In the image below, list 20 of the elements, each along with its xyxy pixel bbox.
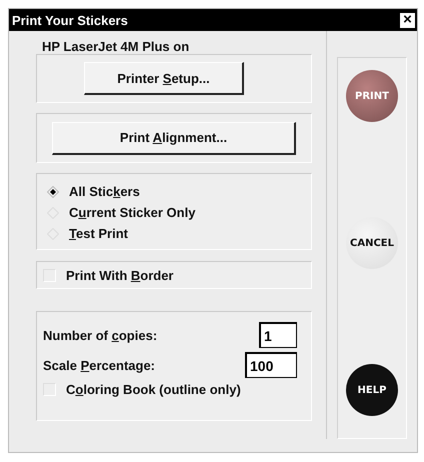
- scale-field[interactable]: 100: [245, 352, 297, 378]
- radio-label[interactable]: Current Sticker Only: [69, 205, 196, 220]
- window-title: Print Your Stickers: [12, 12, 128, 28]
- radio-label[interactable]: Test Print: [69, 226, 128, 241]
- print-alignment-button[interactable]: Print Alignment...: [52, 122, 296, 154]
- checkbox-label[interactable]: Print With Border: [66, 268, 174, 282]
- help-button[interactable]: HELP: [346, 364, 398, 416]
- checkbox[interactable]: [43, 268, 56, 282]
- scale-label: Scale Percentage:: [43, 358, 156, 372]
- copies-label: Number of copies:: [43, 328, 158, 342]
- radio-label[interactable]: All Stickers: [69, 184, 140, 199]
- cancel-button[interactable]: CANCEL: [346, 217, 398, 269]
- copies-field[interactable]: 1: [259, 322, 297, 348]
- printer-setup-button[interactable]: Printer Setup...: [84, 62, 244, 95]
- close-button[interactable]: ×: [400, 12, 415, 28]
- print-button[interactable]: PRINT: [346, 70, 398, 122]
- radio-button[interactable]: [47, 186, 59, 198]
- checkbox[interactable]: [43, 383, 56, 396]
- printer-label: HP LaserJet 4M Plus on: [41, 39, 190, 54]
- checkbox-label[interactable]: Coloring Book (outline only): [66, 382, 241, 397]
